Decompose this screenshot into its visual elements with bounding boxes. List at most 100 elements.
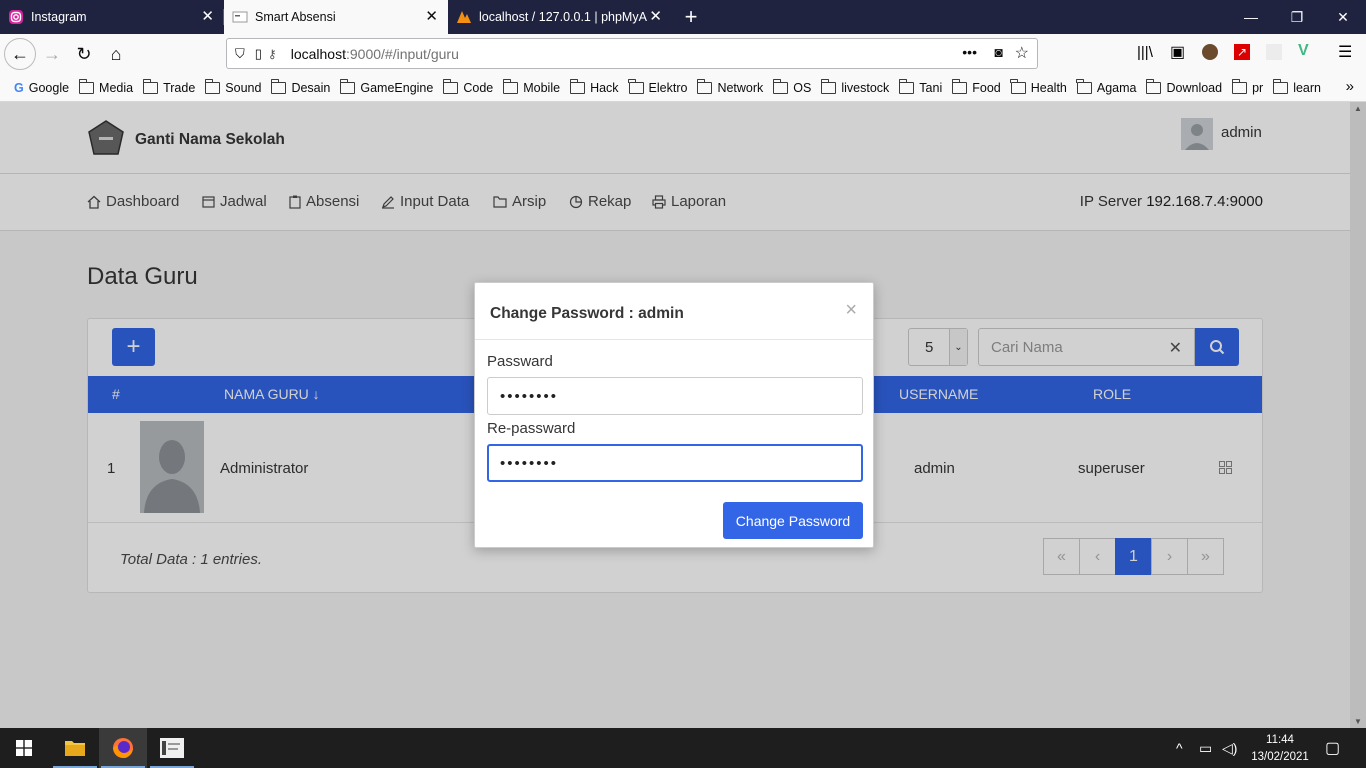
close-tab-icon[interactable]: ✕	[425, 9, 438, 25]
browser-tab-bar: Instagram ✕ Smart Absensi ✕ localhost / …	[0, 0, 1366, 34]
bookmark-star-icon[interactable]: ☆	[1015, 43, 1029, 63]
bookmarks-bar: G Google Media Trade Sound Desain GameEng…	[0, 74, 1366, 102]
bookmark-folder[interactable]: Desain	[270, 78, 330, 95]
folder-icon	[142, 78, 159, 94]
volume-icon[interactable]: ◁)	[1222, 740, 1237, 757]
permissions-icon[interactable]: ⚷	[268, 47, 277, 61]
bookmark-folder[interactable]: pr	[1231, 78, 1263, 95]
minimize-icon[interactable]: —	[1228, 0, 1274, 34]
bookmark-folder[interactable]: livestock	[820, 78, 889, 95]
vue-devtools-icon[interactable]: V	[1298, 42, 1309, 60]
more-bookmarks-icon[interactable]: »	[1346, 78, 1354, 95]
folder-icon	[772, 78, 789, 94]
repassword-label: Re-passward	[487, 420, 576, 437]
bookmark-folder[interactable]: OS	[772, 78, 811, 95]
folder-icon	[820, 78, 837, 94]
close-tab-icon[interactable]: ✕	[649, 9, 662, 25]
firefox-icon	[113, 738, 133, 758]
bookmark-folder[interactable]: Elektro	[628, 78, 687, 95]
notifications-icon[interactable]: ▢	[1325, 738, 1340, 758]
modal-title: Change Password : admin	[490, 305, 684, 322]
close-icon[interactable]: ×	[845, 299, 857, 322]
bookmark-folder[interactable]: Code	[442, 78, 493, 95]
folder-icon	[1145, 78, 1162, 94]
pocket-icon[interactable]: ◙	[995, 44, 1003, 60]
folder-icon	[569, 78, 586, 94]
file-explorer-button[interactable]	[51, 728, 99, 768]
page-icon	[232, 11, 248, 23]
window-controls: — ❐ ✕	[1228, 0, 1366, 34]
password-field[interactable]: ••••••••	[487, 377, 863, 415]
extension-icon[interactable]	[1266, 44, 1282, 60]
restore-icon[interactable]: ❐	[1274, 0, 1320, 34]
start-button[interactable]	[0, 728, 48, 768]
hamburger-menu-icon[interactable]: ☰	[1338, 42, 1352, 62]
account-avatar-icon[interactable]	[1202, 44, 1218, 60]
change-password-button[interactable]: Change Password	[723, 502, 863, 539]
new-tab-button[interactable]: +	[676, 0, 706, 34]
bookmark-folder[interactable]: Trade	[142, 78, 195, 95]
modal-header: Change Password : admin ×	[475, 283, 873, 340]
smart-absensi-app-button[interactable]	[148, 728, 196, 768]
google-icon: G	[14, 80, 24, 95]
network-icon[interactable]: ▭	[1199, 740, 1212, 757]
repassword-field[interactable]: ••••••••	[487, 444, 863, 482]
bookmark-folder[interactable]: GameEngine	[339, 78, 433, 95]
url-bar[interactable]: ⛉ ▯ ⚷ localhost:9000/#/input/guru ••• ◙ …	[226, 38, 1038, 69]
app-window-icon	[160, 738, 184, 758]
reload-button[interactable]: ↻	[68, 38, 100, 70]
folder-icon	[628, 78, 644, 94]
tab-phpmyadmin[interactable]: localhost / 127.0.0.1 | phpMyAdmin ✕	[448, 0, 672, 34]
bookmark-folder[interactable]: Tani	[898, 78, 942, 95]
tab-smart-absensi[interactable]: Smart Absensi ✕	[224, 0, 448, 34]
folder-icon	[1272, 78, 1289, 94]
folder-icon	[502, 78, 519, 94]
taskbar: ^ ▭ ◁) 11:44 13/02/2021 ▢	[0, 728, 1366, 768]
clock-time: 11:44	[1266, 734, 1294, 746]
bookmark-folder[interactable]: learn	[1272, 78, 1321, 95]
phpmyadmin-icon	[457, 11, 471, 23]
folder-icon	[339, 78, 356, 94]
windows-icon	[16, 740, 32, 756]
tab-title: Smart Absensi	[255, 10, 336, 24]
instagram-icon	[9, 10, 23, 24]
back-button[interactable]: ←	[4, 38, 36, 70]
browser-nav-bar: ← → ↻ ⌂ ⛉ ▯ ⚷ localhost:9000/#/input/gur…	[0, 34, 1366, 74]
close-tab-icon[interactable]: ✕	[201, 9, 214, 25]
tab-title: localhost / 127.0.0.1 | phpMyAdmin	[479, 10, 647, 24]
library-icon[interactable]: |||\	[1137, 44, 1153, 61]
shield-icon[interactable]: ⛉	[235, 46, 245, 62]
folder-icon	[78, 78, 95, 94]
bookmark-folder[interactable]: Food	[951, 78, 1001, 95]
show-hidden-icons-icon[interactable]: ^	[1176, 740, 1183, 756]
clock-date: 13/02/2021	[1251, 751, 1309, 763]
bookmark-folder[interactable]: Health	[1010, 78, 1067, 95]
firefox-button[interactable]	[99, 728, 147, 768]
bookmark-folder[interactable]: Media	[78, 78, 133, 95]
change-password-modal: Change Password : admin × Passward •••••…	[474, 282, 874, 548]
folder-icon	[1010, 78, 1026, 94]
bookmark-folder[interactable]: Network	[696, 78, 763, 95]
forward-button[interactable]: →	[36, 38, 68, 70]
url-host: localhost	[290, 45, 346, 62]
bookmark-folder[interactable]: Download	[1145, 78, 1222, 95]
home-button[interactable]: ⌂	[100, 38, 132, 70]
folder-icon	[1231, 78, 1248, 94]
folder-icon	[898, 78, 915, 94]
close-window-icon[interactable]: ✕	[1320, 0, 1366, 34]
bookmark-folder[interactable]: Agama	[1076, 78, 1136, 95]
folder-icon	[696, 78, 713, 94]
extension-icon[interactable]: ↗	[1234, 44, 1250, 60]
folder-icon	[270, 78, 287, 94]
page-info-icon[interactable]: ▯	[255, 46, 262, 62]
sidebar-icon[interactable]: ▣	[1170, 42, 1185, 62]
tab-instagram[interactable]: Instagram ✕	[0, 0, 224, 34]
file-explorer-icon	[65, 741, 85, 756]
bookmark-folder[interactable]: Sound	[204, 78, 261, 95]
page-actions-icon[interactable]: •••	[962, 44, 977, 60]
bookmark-google[interactable]: G Google	[14, 81, 69, 95]
clock[interactable]: 11:44 13/02/2021	[1249, 732, 1311, 766]
bookmark-folder[interactable]: Mobile	[502, 78, 560, 95]
password-label: Passward	[487, 353, 553, 370]
bookmark-folder[interactable]: Hack	[569, 78, 619, 95]
